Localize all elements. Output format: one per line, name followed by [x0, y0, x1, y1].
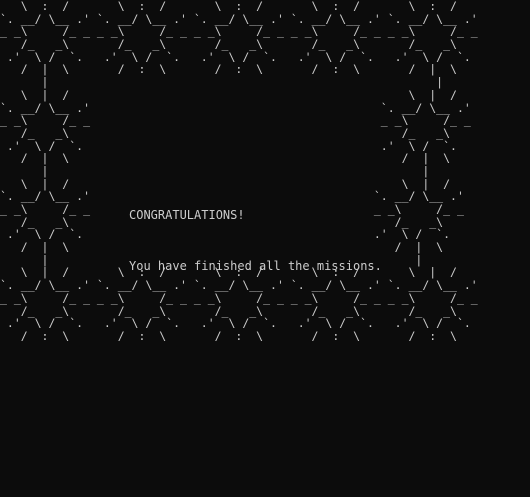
ascii-border-line: \ | / \ | / [0, 87, 457, 102]
ascii-border-line: / | \ / | \ [0, 240, 444, 255]
missions-complete-message: You have finished all the missions. [129, 259, 382, 273]
ascii-border-line: /_ _\ /_ _\ [0, 125, 451, 140]
ascii-border-line: /_ _\ /_ _\ /_ _\ /_ _\ /_ _\ [0, 37, 457, 52]
ascii-border-line: `. __/ \__ .' `. __/ \__ .' `. __/ \__ .… [0, 278, 478, 293]
ascii-border-line: .' \ / `. .' \ / `. .' \ / `. .' \ / `. … [0, 316, 471, 331]
ascii-border-line: _ _\ /_ _ _ _\ /_ _ _ _\ /_ _ _ _\ /_ _ … [0, 290, 478, 305]
congratulations-heading: CONGRATULATIONS! [129, 208, 245, 222]
ascii-border-line: | | [0, 163, 430, 178]
ascii-art-border: \ : / \ : / \ : / \ : / \ : / `. __/ \__ … [0, 0, 478, 343]
ascii-border-line: | | [0, 75, 444, 90]
terminal-window[interactable]: \ : / \ : / \ : / \ : / \ : / `. __/ \__ … [0, 0, 530, 497]
ascii-border-line: / : \ / : \ / : \ / : \ / : \ [0, 328, 457, 343]
ascii-border-line: \ : / \ : / \ : / \ : / \ : / [0, 0, 457, 13]
ascii-border-line: _ _\ /_ _ _ _\ /_ _ [0, 113, 471, 128]
